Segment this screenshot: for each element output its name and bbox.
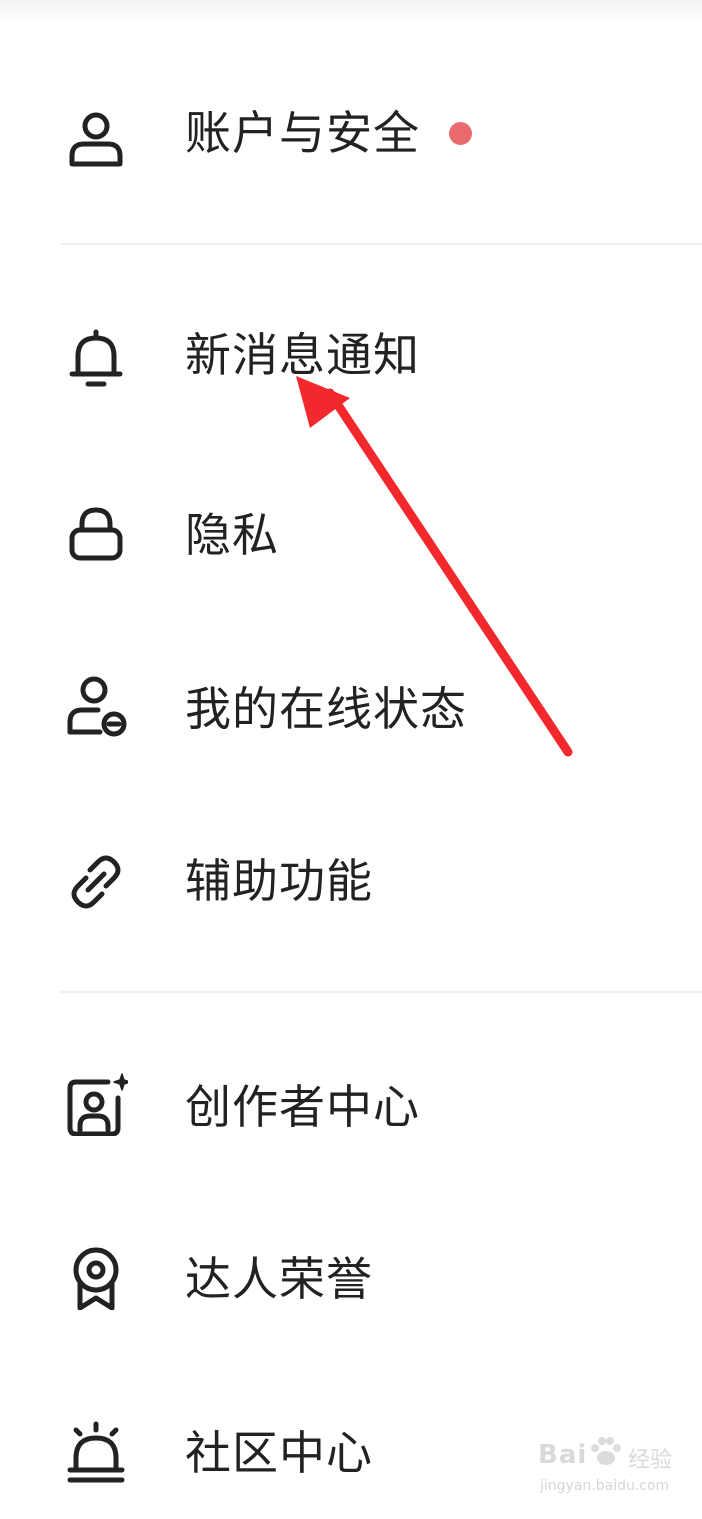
- menu-item-label: 新消息通知: [185, 328, 420, 382]
- menu-item-online-status[interactable]: 我的在线状态: [0, 648, 702, 768]
- menu-item-label: 辅助功能: [185, 854, 373, 908]
- menu-item-label: 隐私: [185, 508, 279, 562]
- menu-item-label: 达人荣誉: [185, 1252, 373, 1306]
- menu-item-new-message-notification[interactable]: 新消息通知: [0, 296, 702, 416]
- menu-item-community-center[interactable]: 社区中心: [0, 1392, 702, 1512]
- user-status-icon: [64, 674, 128, 738]
- award-badge-icon: [64, 1246, 128, 1310]
- section-divider: [60, 243, 702, 245]
- menu-item-label: 账户与安全: [185, 106, 420, 160]
- lock-icon: [64, 502, 128, 566]
- menu-item-accessibility[interactable]: 辅助功能: [0, 822, 702, 942]
- menu-item-label: 创作者中心: [185, 1080, 420, 1134]
- bell-icon: [64, 326, 128, 390]
- menu-item-privacy[interactable]: 隐私: [0, 474, 702, 594]
- menu-item-label: 社区中心: [185, 1426, 373, 1480]
- menu-item-label: 我的在线状态: [185, 682, 467, 736]
- creator-portrait-icon: [64, 1072, 128, 1136]
- status-bar-fade: [0, 0, 702, 22]
- notification-badge-dot: [449, 122, 472, 145]
- link-icon: [64, 850, 128, 914]
- menu-item-account-security[interactable]: 账户与安全: [0, 74, 702, 194]
- user-icon: [64, 106, 128, 170]
- section-divider: [60, 991, 702, 993]
- siren-icon: [64, 1420, 128, 1484]
- menu-item-expert-honor[interactable]: 达人荣誉: [0, 1218, 702, 1338]
- menu-item-creator-center[interactable]: 创作者中心: [0, 1046, 702, 1166]
